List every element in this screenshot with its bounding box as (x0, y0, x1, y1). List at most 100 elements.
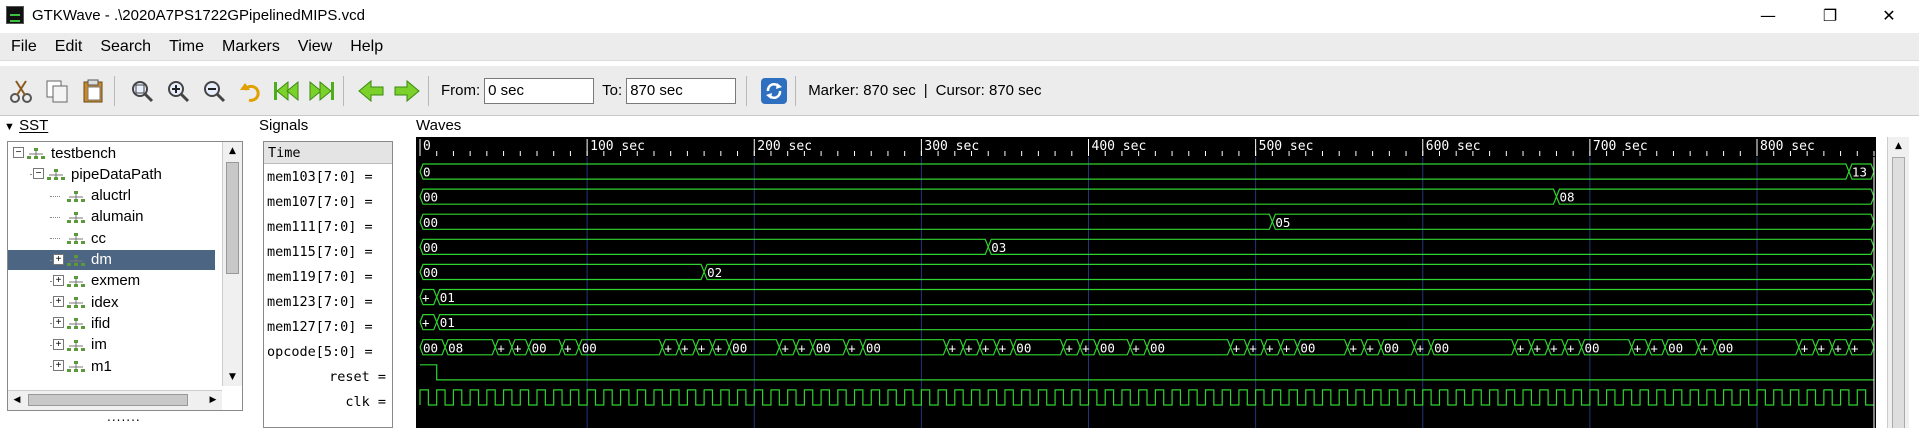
tree-item-dm[interactable]: + dm (8, 249, 215, 270)
waveform-svg: 0 100 sec 200 sec 300 sec 400 sec 500 sec 600 … (416, 137, 1876, 428)
toolbar-separator (428, 75, 429, 106)
scrollbar-thumb[interactable] (1892, 157, 1905, 428)
menu-markers[interactable]: Markers (213, 38, 289, 56)
bus-value-label: + (1851, 340, 1859, 355)
reload-button[interactable] (759, 76, 789, 106)
signal-row[interactable]: clk = (264, 390, 392, 415)
zoom-fit-button[interactable] (127, 76, 157, 106)
menu-help[interactable]: Help (341, 38, 392, 56)
module-hierarchy-icon (67, 254, 85, 266)
sst-vertical-scrollbar[interactable]: ▲ ▼ (222, 142, 242, 386)
undo-zoom-button[interactable] (235, 76, 265, 106)
cut-icon (10, 79, 32, 103)
zoom-out-button[interactable] (199, 76, 229, 106)
bus-value-label: + (1266, 340, 1274, 355)
signal-row[interactable]: reset = (264, 365, 392, 390)
bus-value-label: 08 (448, 340, 463, 355)
collapse-minus-icon[interactable]: − (13, 147, 24, 158)
expand-plus-icon[interactable]: + (53, 338, 64, 350)
signal-row[interactable]: mem119[7:0] = (264, 264, 392, 289)
from-label: From: (441, 82, 481, 99)
menu-bar: File Edit Search Time Markers View Help (0, 33, 1919, 61)
tree-connector-line (50, 238, 60, 240)
module-hierarchy-icon (67, 275, 85, 287)
module-hierarchy-icon (67, 339, 85, 351)
signal-row[interactable]: mem107[7:0] = (264, 189, 392, 214)
expand-plus-icon[interactable]: + (53, 296, 64, 308)
bus-value-label: + (1366, 340, 1374, 355)
scroll-left-arrow-icon[interactable]: ◀ (8, 391, 26, 410)
paste-icon (83, 79, 103, 102)
signal-row[interactable]: mem115[7:0] = (264, 239, 392, 264)
sst-horizontal-scrollbar[interactable]: ◀ ▶ (8, 390, 222, 410)
tree-item-ifid[interactable]: + ifid (8, 313, 215, 333)
signal-row[interactable]: opcode[5:0] = (264, 340, 392, 365)
menu-time[interactable]: Time (160, 38, 213, 56)
tree-item-idex[interactable]: + idex (8, 292, 215, 312)
marker-readout: Marker: 870 sec (808, 82, 916, 99)
tree-item-label: ifid (91, 314, 111, 332)
scroll-up-arrow-icon[interactable]: ▲ (1888, 137, 1909, 155)
toolbar-separator (114, 75, 115, 106)
menu-edit[interactable]: Edit (46, 38, 92, 56)
collapse-minus-icon[interactable]: − (33, 168, 44, 180)
signal-row[interactable]: mem123[7:0] = (264, 290, 392, 315)
bus-value-label: + (1701, 340, 1709, 355)
jump-end-button[interactable] (307, 76, 337, 106)
menu-search[interactable]: Search (91, 38, 160, 56)
close-icon: ✕ (1882, 5, 1896, 25)
bus-segment (436, 314, 1875, 331)
bus-value-label: 00 (1150, 340, 1165, 355)
pane-resize-grip[interactable]: ....... (107, 411, 141, 423)
expand-plus-icon[interactable]: + (53, 274, 64, 286)
expand-plus-icon[interactable]: + (53, 317, 64, 329)
toolbar-separator (795, 75, 797, 106)
cut-button[interactable] (6, 76, 36, 106)
tree-item-im[interactable]: + im (8, 335, 215, 355)
signal-row[interactable]: mem111[7:0] = (264, 214, 392, 239)
close-button[interactable]: ✕ (1866, 0, 1912, 30)
ruler-tick-label: 600 sec (1426, 139, 1481, 154)
from-input[interactable] (484, 77, 595, 104)
menu-view[interactable]: View (289, 38, 341, 56)
scrollbar-thumb[interactable] (226, 162, 239, 274)
jump-start-button[interactable] (271, 76, 301, 106)
scroll-down-arrow-icon[interactable]: ▼ (223, 368, 242, 386)
next-edge-button[interactable] (392, 76, 422, 106)
to-input[interactable] (626, 77, 737, 104)
prev-edge-button[interactable] (356, 76, 386, 106)
expand-plus-icon[interactable]: + (53, 253, 64, 265)
scroll-up-arrow-icon[interactable]: ▲ (223, 142, 242, 160)
tree-item-testbench[interactable]: − testbench (8, 143, 215, 163)
scroll-right-arrow-icon[interactable]: ▶ (204, 391, 222, 410)
minimize-button[interactable]: — (1745, 0, 1791, 30)
tree-item-exmem[interactable]: + exmem (8, 271, 215, 291)
menu-file[interactable]: File (2, 38, 46, 56)
bus-value-label: + (422, 315, 430, 330)
tree-item-aluctrl[interactable]: aluctrl (8, 186, 215, 206)
signal-row[interactable]: mem103[7:0] = (264, 164, 392, 189)
bus-segment (436, 288, 1875, 306)
bus-value-label: 00 (1434, 340, 1449, 355)
tree-item-cc[interactable]: cc (8, 228, 215, 248)
copy-button[interactable] (42, 76, 72, 106)
tree-item-label: im (91, 336, 107, 354)
sst-pane-title[interactable]: ▼ SST (4, 117, 48, 134)
jump-start-icon (274, 80, 299, 101)
tree-item-pipeDataPath[interactable]: − pipeDataPath (8, 164, 215, 184)
bus-value-label: 01 (440, 315, 455, 330)
paste-button[interactable] (78, 76, 108, 106)
ruler-tick-label: 700 sec (1593, 139, 1648, 154)
zoom-in-button[interactable] (163, 76, 193, 106)
signal-row[interactable]: mem127[7:0] = (264, 315, 392, 340)
waves-vertical-scrollbar[interactable]: ▲ (1887, 137, 1909, 428)
module-hierarchy-icon (67, 317, 85, 330)
tree-item-alumain[interactable]: alumain (8, 207, 215, 227)
scrollbar-thumb[interactable] (28, 394, 188, 406)
expand-plus-icon[interactable]: + (53, 360, 64, 371)
bus-value-label: + (1517, 340, 1525, 355)
tree-item-m1[interactable]: + m1 (8, 356, 215, 376)
waveform-canvas[interactable]: 0 100 sec 200 sec 300 sec 400 sec 500 sec 600 … (416, 137, 1876, 428)
maximize-button[interactable]: ❐ (1807, 0, 1853, 30)
module-hierarchy-icon (67, 360, 85, 372)
